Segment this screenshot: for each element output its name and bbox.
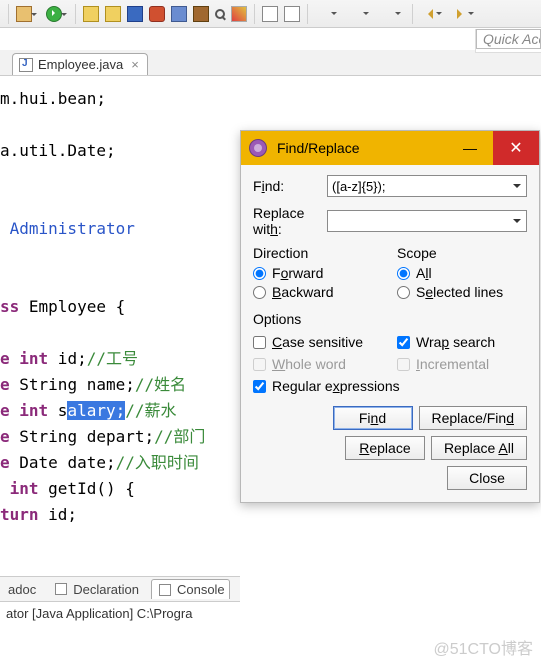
code-comment: //姓名 <box>135 375 186 394</box>
code-text: Date date; <box>10 453 116 472</box>
dialog-titlebar[interactable]: Find/Replace — ✕ <box>241 131 539 165</box>
code-text: id; <box>48 349 87 368</box>
replace-input[interactable] <box>327 210 527 232</box>
tab-label: adoc <box>8 582 36 597</box>
main-toolbar <box>0 0 541 28</box>
code-text: String name; <box>10 375 135 394</box>
watermark: @51CTO博客 <box>433 635 533 659</box>
code-kw: int <box>10 349 49 368</box>
replace-all-button[interactable]: Replace All <box>431 436 527 460</box>
close-icon[interactable]: × <box>131 57 139 72</box>
editor-tab-row: Employee.java × <box>0 50 541 76</box>
highlight-icon[interactable] <box>231 6 247 22</box>
ext-tool-icon[interactable] <box>193 6 209 22</box>
replace-find-button[interactable]: Replace/Find <box>419 406 528 430</box>
check-case[interactable]: Case sensitive <box>253 334 383 350</box>
code-text: Employee { <box>19 297 125 316</box>
code-selection: alary; <box>67 401 125 420</box>
run-icon[interactable] <box>46 6 62 22</box>
radio-backward[interactable]: Backward <box>253 284 383 300</box>
bottom-panel: adoc Declaration Console ator [Java Appl… <box>0 576 240 625</box>
bottom-tabs: adoc Declaration Console <box>0 577 240 602</box>
nav-icon[interactable] <box>127 6 143 22</box>
code-comment: //部门 <box>154 427 205 446</box>
tab-declaration[interactable]: Declaration <box>48 580 143 599</box>
console-body: ator [Java Application] C:\Progra <box>0 602 240 625</box>
search-icon[interactable] <box>215 9 225 19</box>
options-title: Options <box>253 311 527 327</box>
dialog-title: Find/Replace <box>277 140 360 156</box>
close-dialog-button[interactable]: Close <box>447 466 527 490</box>
code-comment: //工号 <box>87 349 138 368</box>
tab-console[interactable]: Console <box>151 579 230 599</box>
editor-tab-label: Employee.java <box>38 57 123 72</box>
package-icon[interactable] <box>16 6 32 22</box>
code-kw: e <box>0 453 10 472</box>
code-kw: e <box>0 401 10 420</box>
code-kw: e <box>0 349 10 368</box>
menu-b-icon[interactable] <box>347 6 363 22</box>
find-label: Find: <box>253 178 327 194</box>
eclipse-icon <box>249 139 267 157</box>
direction-group: Direction Forward Backward <box>253 245 383 303</box>
close-button[interactable]: ✕ <box>493 131 539 165</box>
code-kw: ss <box>0 297 19 316</box>
editor-tab-employee[interactable]: Employee.java × <box>12 53 148 75</box>
toggle-b-icon[interactable] <box>284 6 300 22</box>
radio-all[interactable]: All <box>397 265 527 281</box>
scope-group: Scope All Selected lines <box>397 245 527 303</box>
code-kw: turn <box>0 505 39 524</box>
back-icon[interactable] <box>420 6 436 22</box>
quick-access-wrap: Quick Access <box>475 29 541 53</box>
code-comment: //薪水 <box>125 401 176 420</box>
code-comment: //入职时间 <box>116 453 199 472</box>
debug-icon[interactable] <box>149 6 165 22</box>
code-text: getId() { <box>39 479 135 498</box>
console-icon <box>159 584 171 596</box>
radio-selected[interactable]: Selected lines <box>397 284 527 300</box>
check-regex[interactable]: Regular expressions <box>253 378 527 394</box>
find-button[interactable]: Find <box>333 406 413 430</box>
toggle-a-icon[interactable] <box>262 6 278 22</box>
replace-button[interactable]: Replace <box>345 436 425 460</box>
code-text: id; <box>39 505 78 524</box>
check-wrap[interactable]: Wrap search <box>397 334 527 350</box>
tab-label: Declaration <box>73 582 139 597</box>
code-kw: e <box>0 427 10 446</box>
disk-icon[interactable] <box>171 6 187 22</box>
code-kw: e <box>0 375 10 394</box>
java-file-icon <box>19 58 33 72</box>
menu-c-icon[interactable] <box>379 6 395 22</box>
replace-label: Replace with: <box>253 205 327 237</box>
find-input[interactable] <box>327 175 527 197</box>
code-line: m.hui.bean; <box>0 89 106 108</box>
options-group: Options Case sensitive Wrap search Whole… <box>253 311 527 394</box>
open-folder-icon[interactable] <box>83 6 99 22</box>
scope-title: Scope <box>397 245 527 261</box>
check-incremental: Incremental <box>397 356 527 372</box>
find-replace-dialog: Find/Replace — ✕ Find: Replace with: Dir… <box>240 130 540 503</box>
open-type-icon[interactable] <box>105 6 121 22</box>
code-text: s <box>48 401 67 420</box>
code-kw: int <box>0 479 39 498</box>
code-kw: int <box>10 401 49 420</box>
tab-label: Console <box>177 582 225 597</box>
direction-title: Direction <box>253 245 383 261</box>
code-text: String depart; <box>10 427 155 446</box>
minimize-button[interactable]: — <box>447 131 493 165</box>
forward-icon[interactable] <box>452 6 468 22</box>
menu-a-icon[interactable] <box>315 6 331 22</box>
check-whole-word: Whole word <box>253 356 383 372</box>
code-line: a.util.Date; <box>0 141 116 160</box>
radio-forward[interactable]: Forward <box>253 265 383 281</box>
declaration-icon <box>55 583 67 595</box>
tab-javadoc[interactable]: adoc <box>4 580 40 599</box>
javadoc-author: Administrator <box>0 219 135 238</box>
quick-access-input[interactable]: Quick Access <box>476 29 541 49</box>
